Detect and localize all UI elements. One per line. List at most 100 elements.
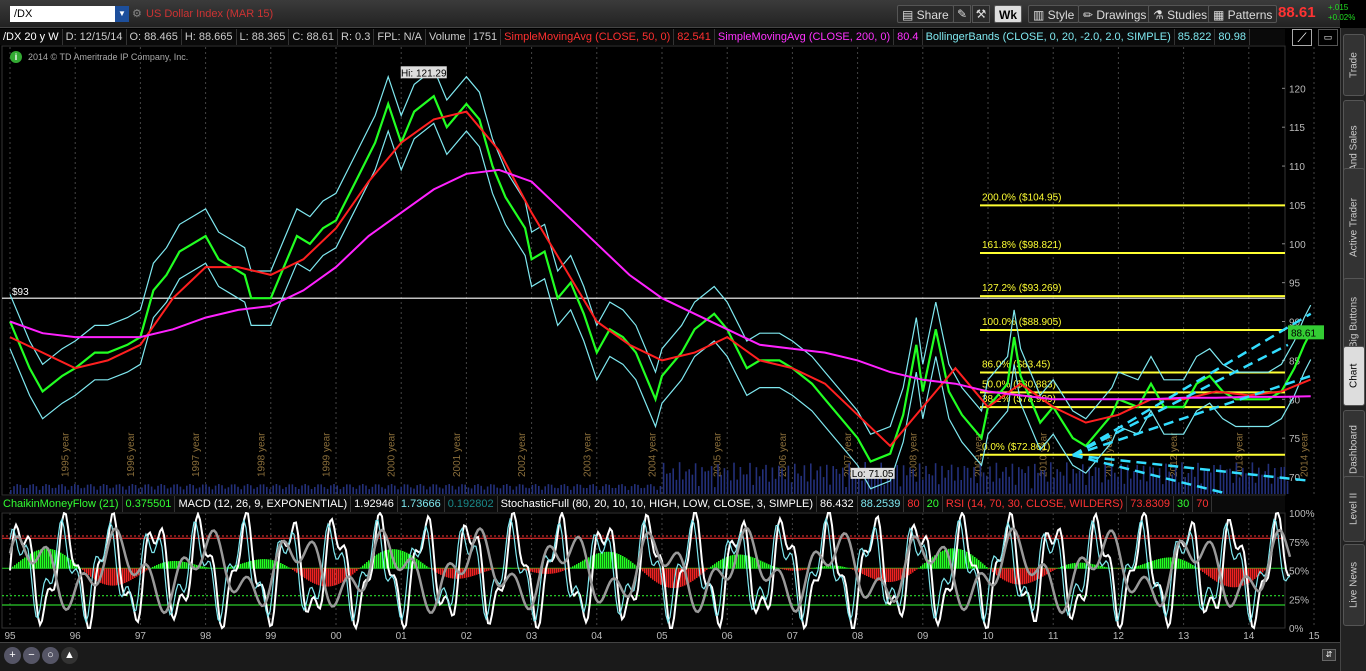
cmf-histogram-bar xyxy=(336,568,338,585)
volume-bar xyxy=(224,488,226,494)
symbol-dropdown-icon[interactable]: ▼ xyxy=(115,6,129,22)
volume-bar xyxy=(266,486,268,494)
volume-bar xyxy=(208,486,210,494)
info-icon[interactable]: i xyxy=(10,51,22,63)
chart-settings-icon[interactable]: ⟋ xyxy=(1292,29,1312,46)
wrench-icon[interactable]: ⚒ xyxy=(972,5,990,23)
volume-bar xyxy=(35,486,38,494)
cmf-histogram-bar xyxy=(618,554,620,569)
volume-bar xyxy=(1053,477,1055,494)
year-tick-label: 01 xyxy=(396,631,408,642)
volume-bar xyxy=(170,487,172,494)
crosshair-icon[interactable]: ✎ xyxy=(953,5,971,23)
volume-bar xyxy=(1072,469,1074,494)
bollinger-upper-value: 85.822 xyxy=(1175,29,1216,45)
cmf-histogram-bar xyxy=(648,568,650,577)
volume-bar xyxy=(307,485,310,494)
cursor-icon[interactable]: ▲ xyxy=(61,647,78,664)
rsi-study-label[interactable]: RSI (14, 70, 30, CLOSE, WILDERS) xyxy=(943,496,1128,512)
y-axis-label: 120 xyxy=(1289,84,1306,95)
bollinger-study-label[interactable]: BollingerBands (CLOSE, 0, 20, -2.0, 2.0,… xyxy=(923,29,1175,45)
drawings-button[interactable]: ✏ Drawings xyxy=(1078,5,1152,23)
cmf-histogram-bar xyxy=(1188,562,1190,569)
volume-bar xyxy=(829,484,831,494)
cmf-histogram-bar xyxy=(304,568,306,579)
price-chart[interactable]: 95 96 97 98 99 00 01 02 03 04 05 06 07 08 09 10 11 12 13 14… xyxy=(0,45,1340,642)
cmf-histogram-bar xyxy=(868,568,870,577)
cmf-histogram-bar xyxy=(982,563,984,569)
volume-bar xyxy=(755,467,758,494)
cmf-histogram-bar xyxy=(644,568,646,574)
style-button[interactable]: ▥ Style xyxy=(1028,5,1080,23)
cmf-histogram-bar xyxy=(1068,564,1070,569)
symbol-input[interactable]: /DX xyxy=(10,6,116,22)
cmf-histogram-bar xyxy=(1056,568,1058,569)
volume-bar xyxy=(704,471,706,494)
symbol-settings-icon[interactable]: ⚙ xyxy=(132,7,142,20)
cmf-histogram-bar xyxy=(1160,558,1162,569)
volume-bar xyxy=(374,484,377,494)
cmf-histogram-bar xyxy=(604,551,606,569)
sidebar-tab-level-ii[interactable]: Level II xyxy=(1343,476,1365,542)
macd-study-label[interactable]: MACD (12, 26, 9, EXPONENTIAL) xyxy=(175,496,352,512)
zoom-out-icon[interactable]: − xyxy=(23,647,40,664)
cmf-histogram-bar xyxy=(582,560,584,569)
expand-icon[interactable]: ⇵ xyxy=(1322,649,1336,661)
cmf-histogram-bar xyxy=(316,568,318,585)
volume-bar xyxy=(803,465,806,494)
sidebar-tab-trade[interactable]: Trade xyxy=(1343,34,1365,96)
volume-bar xyxy=(954,480,956,494)
cmf-histogram-bar xyxy=(898,568,900,581)
volume-bar xyxy=(477,484,479,494)
sidebar-tab-active-trader[interactable]: Active Trader xyxy=(1343,168,1365,288)
cmf-histogram-bar xyxy=(960,549,962,569)
volume-bar xyxy=(714,487,716,494)
cmf-histogram-bar xyxy=(342,568,344,582)
stochastic-study-label[interactable]: StochasticFull (80, 20, 10, 10, HIGH, LO… xyxy=(498,496,817,512)
volume-bar xyxy=(387,485,390,494)
sidebar-tab-chart[interactable]: Chart xyxy=(1343,346,1365,406)
timeframe-week-button[interactable]: Wk xyxy=(994,5,1022,23)
high-value: H: 88.665 xyxy=(182,29,237,45)
volume-bar xyxy=(518,484,521,494)
cmf-histogram-bar xyxy=(584,559,586,569)
reset-zoom-icon[interactable]: ○ xyxy=(42,647,59,664)
volume-bar xyxy=(96,489,98,494)
volume-bar xyxy=(544,486,546,494)
cmf-histogram-bar xyxy=(866,568,868,577)
cmf-histogram-bar xyxy=(1120,568,1122,569)
studies-button[interactable]: ⚗ Studies xyxy=(1148,5,1213,23)
cmf-histogram-bar xyxy=(1162,558,1164,569)
volume-bar xyxy=(826,464,828,494)
volume-bar xyxy=(842,467,844,494)
year-tick-label: 11 xyxy=(1048,631,1059,642)
volume-bar xyxy=(342,486,345,494)
fibonacci-label: 100.0% ($88.905) xyxy=(982,317,1062,328)
sidebar-tab-live-news[interactable]: Live News xyxy=(1343,544,1365,626)
sma200-study-label[interactable]: SimpleMovingAvg (CLOSE, 200, 0) xyxy=(715,29,895,45)
volume-bar xyxy=(384,488,386,494)
volume-bar xyxy=(899,486,902,494)
share-button[interactable]: ▤ Share xyxy=(897,5,954,23)
volume-bar xyxy=(1229,468,1231,494)
cmf-histogram-bar xyxy=(270,559,272,569)
period-label[interactable]: /DX 20 y W xyxy=(0,29,63,45)
cmf-histogram-bar xyxy=(62,553,64,569)
cmf-histogram-bar xyxy=(738,554,740,569)
cmf-study-label[interactable]: ChaikinMoneyFlow (21) xyxy=(0,496,123,512)
volume-bar xyxy=(1066,462,1068,494)
volume-bar xyxy=(51,488,54,494)
zoom-in-icon[interactable]: + xyxy=(4,647,21,664)
cmf-histogram-bar xyxy=(802,568,804,571)
volume-bar xyxy=(1222,472,1225,494)
patterns-button[interactable]: ▦ Patterns xyxy=(1208,5,1278,23)
cmf-histogram-bar xyxy=(282,563,284,569)
sma50-study-label[interactable]: SimpleMovingAvg (CLOSE, 50, 0) xyxy=(501,29,675,45)
volume-bar xyxy=(253,488,255,494)
volume-bar xyxy=(125,489,127,494)
volume-bar xyxy=(678,462,681,494)
volume-bar xyxy=(102,484,105,494)
maximize-icon[interactable]: ▭ xyxy=(1318,29,1338,46)
cmf-histogram-bar xyxy=(334,568,336,586)
cmf-histogram-bar xyxy=(154,565,156,569)
